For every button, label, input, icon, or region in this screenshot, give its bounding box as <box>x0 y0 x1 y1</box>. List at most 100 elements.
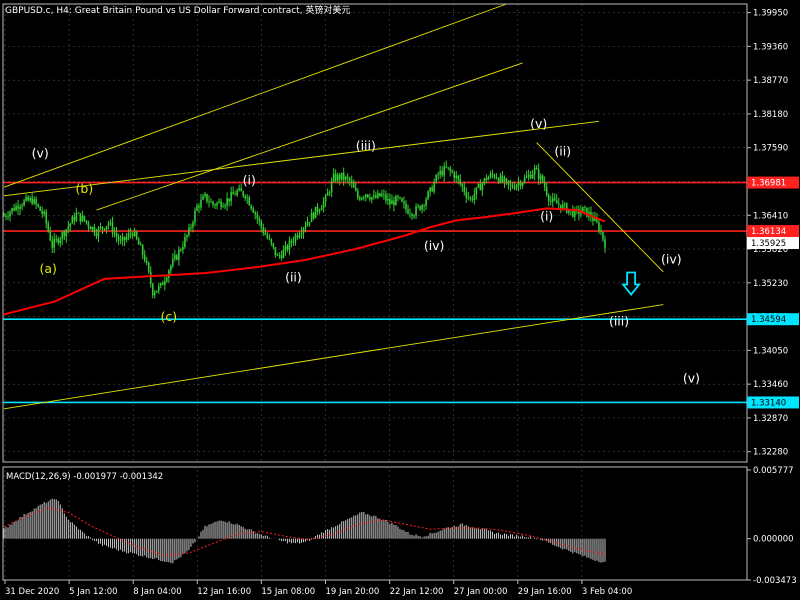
candle-body[interactable] <box>216 202 218 206</box>
candle-body[interactable] <box>264 233 267 235</box>
candle-body[interactable] <box>131 234 134 236</box>
candle-body[interactable] <box>21 205 23 207</box>
candle-body[interactable] <box>300 232 303 235</box>
candle-body[interactable] <box>258 218 261 222</box>
candle-body[interactable] <box>172 258 174 266</box>
candle-body[interactable] <box>45 211 48 224</box>
candle-body[interactable] <box>224 205 226 207</box>
candle-body[interactable] <box>549 200 552 202</box>
candle-body[interactable] <box>365 194 367 198</box>
candle-body[interactable] <box>487 177 490 180</box>
candle-body[interactable] <box>232 192 234 195</box>
candle-body[interactable] <box>115 233 118 237</box>
candle-body[interactable] <box>248 197 251 206</box>
candle-body[interactable] <box>403 201 405 204</box>
candle-body[interactable] <box>15 205 17 211</box>
candle-body[interactable] <box>555 200 558 204</box>
candle-body[interactable] <box>493 175 496 178</box>
candle-body[interactable] <box>582 206 584 212</box>
candle-body[interactable] <box>481 183 484 191</box>
candle-body[interactable] <box>87 222 90 227</box>
candle-body[interactable] <box>371 197 373 200</box>
candle-body[interactable] <box>437 174 439 176</box>
candle-body[interactable] <box>527 174 530 177</box>
candle-body[interactable] <box>529 174 532 179</box>
candle-body[interactable] <box>200 199 202 208</box>
candle-body[interactable] <box>407 209 409 214</box>
candle-body[interactable] <box>401 198 403 202</box>
candle-body[interactable] <box>159 283 162 286</box>
candle-body[interactable] <box>463 186 466 193</box>
candle-body[interactable] <box>129 233 132 235</box>
candle-body[interactable] <box>296 235 299 238</box>
candle-body[interactable] <box>95 233 98 237</box>
candle-body[interactable] <box>147 262 150 272</box>
candle-body[interactable] <box>157 285 160 291</box>
candle-body[interactable] <box>489 173 492 178</box>
candle-body[interactable] <box>523 177 526 183</box>
candle-body[interactable] <box>5 215 7 217</box>
candle-body[interactable] <box>53 239 56 248</box>
candle-body[interactable] <box>270 239 273 244</box>
candle-body[interactable] <box>471 198 474 200</box>
candle-body[interactable] <box>276 254 279 256</box>
candle-body[interactable] <box>13 208 15 211</box>
candle-body[interactable] <box>272 243 275 247</box>
candle-body[interactable] <box>334 173 337 181</box>
candle-body[interactable] <box>513 187 516 189</box>
candle-body[interactable] <box>85 220 88 223</box>
candle-body[interactable] <box>473 194 476 200</box>
candle-body[interactable] <box>350 180 353 184</box>
candle-body[interactable] <box>190 227 192 228</box>
candle-body[interactable] <box>182 246 184 250</box>
candle-body[interactable] <box>155 290 158 293</box>
candle-body[interactable] <box>250 205 253 209</box>
candle-body[interactable] <box>541 175 544 182</box>
candle-body[interactable] <box>145 260 148 263</box>
candle-body[interactable] <box>63 231 66 237</box>
candle-body[interactable] <box>584 206 586 208</box>
candle-body[interactable] <box>137 239 140 245</box>
candle-body[interactable] <box>83 215 86 221</box>
candle-body[interactable] <box>354 187 357 191</box>
candle-body[interactable] <box>228 198 230 202</box>
candle-body[interactable] <box>41 210 43 214</box>
candle-body[interactable] <box>435 175 437 183</box>
candle-body[interactable] <box>290 240 293 243</box>
candle-body[interactable] <box>411 214 413 217</box>
candle-body[interactable] <box>133 231 136 236</box>
candle-body[interactable] <box>121 236 124 241</box>
candle-body[interactable] <box>455 175 458 178</box>
candle-body[interactable] <box>220 201 222 208</box>
candle-body[interactable] <box>427 191 429 200</box>
candle-body[interactable] <box>439 170 441 175</box>
candle-body[interactable] <box>425 199 427 206</box>
candle-body[interactable] <box>226 198 228 206</box>
candle-body[interactable] <box>511 185 514 188</box>
candle-body[interactable] <box>119 240 122 242</box>
candle-body[interactable] <box>515 185 518 189</box>
candle-body[interactable] <box>429 187 431 192</box>
candle-body[interactable] <box>268 238 271 240</box>
candle-body[interactable] <box>188 227 190 236</box>
candle-body[interactable] <box>244 195 246 199</box>
candle-body[interactable] <box>342 172 345 180</box>
candle-body[interactable] <box>375 195 377 198</box>
candle-body[interactable] <box>288 240 291 250</box>
candle-body[interactable] <box>81 215 84 222</box>
candle-body[interactable] <box>531 174 534 179</box>
candle-body[interactable] <box>27 197 29 201</box>
candle-body[interactable] <box>202 196 204 200</box>
candle-body[interactable] <box>304 225 307 229</box>
candle-body[interactable] <box>389 198 391 205</box>
candle-body[interactable] <box>413 215 415 217</box>
candle-body[interactable] <box>467 197 470 198</box>
candle-body[interactable] <box>525 176 528 178</box>
candle-body[interactable] <box>383 193 385 195</box>
candle-body[interactable] <box>170 265 172 271</box>
candle-body[interactable] <box>391 200 393 205</box>
candle-body[interactable] <box>77 213 80 214</box>
candle-body[interactable] <box>324 195 327 202</box>
candle-body[interactable] <box>336 174 339 181</box>
candle-body[interactable] <box>479 183 482 191</box>
